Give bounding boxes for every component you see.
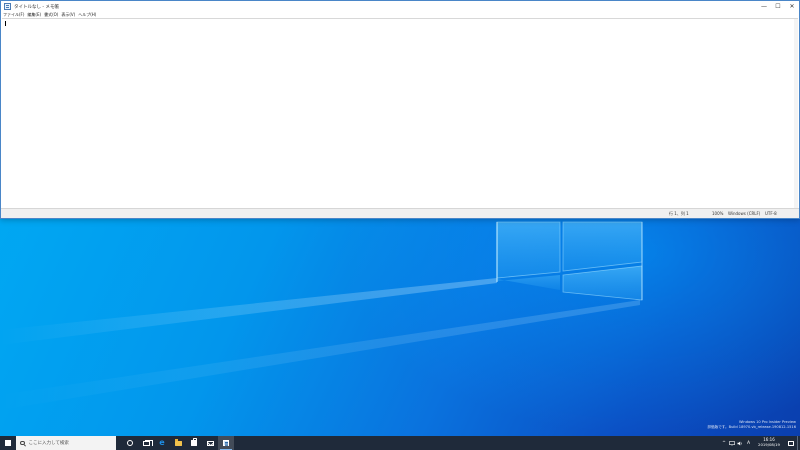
notepad-window[interactable]: タイトルなし - メモ帳 — ☐ ✕ ファイル(F) 編集(E) 書式(O) 表… bbox=[0, 0, 800, 219]
system-tray: ^ A 16:16 2019/08/19 bbox=[720, 436, 800, 450]
watermark-build: 評価版です。Build 18970.vb_release.190812-1516 bbox=[707, 425, 796, 429]
search-placeholder: ここに入力して検索 bbox=[28, 441, 69, 446]
notepad-taskbar-button[interactable] bbox=[218, 436, 234, 450]
notepad-app-icon[interactable] bbox=[4, 3, 11, 10]
network-icon[interactable] bbox=[728, 436, 736, 450]
status-line-ending: Windows (CRLF) bbox=[728, 211, 761, 216]
action-center-button[interactable] bbox=[785, 436, 797, 450]
taskbar: ここに入力して検索 e ^ A 16:16 2019/08/19 bbox=[0, 436, 800, 450]
cortana-icon bbox=[127, 440, 133, 446]
status-zoom: 100% bbox=[712, 211, 724, 216]
title-bar[interactable]: タイトルなし - メモ帳 — ☐ ✕ bbox=[1, 1, 799, 12]
store-taskbar-button[interactable] bbox=[186, 436, 202, 450]
task-view-icon bbox=[142, 439, 153, 446]
notification-icon bbox=[788, 440, 794, 446]
file-explorer-taskbar-button[interactable] bbox=[170, 436, 186, 450]
start-button[interactable] bbox=[0, 436, 16, 450]
minimize-button[interactable]: — bbox=[757, 1, 771, 12]
store-bag-icon bbox=[191, 438, 197, 446]
ime-indicator[interactable]: A bbox=[744, 441, 753, 446]
maximize-button[interactable]: ☐ bbox=[771, 1, 785, 12]
status-cursor-position: 行 1、列 1 bbox=[669, 211, 689, 216]
folder-icon bbox=[174, 439, 182, 446]
edge-taskbar-button[interactable]: e bbox=[154, 436, 170, 450]
mail-icon bbox=[206, 440, 214, 446]
clock-date: 2019/08/19 bbox=[758, 442, 780, 447]
window-controls: — ☐ ✕ bbox=[757, 1, 799, 12]
taskbar-search-box[interactable]: ここに入力して検索 bbox=[16, 436, 116, 450]
status-bar: 行 1、列 1 100% Windows (CRLF) UTF-8 bbox=[1, 208, 799, 218]
status-encoding: UTF-8 bbox=[765, 211, 777, 216]
notepad-icon bbox=[223, 439, 229, 447]
taskbar-clock[interactable]: 16:16 2019/08/19 bbox=[753, 436, 785, 450]
tray-overflow-chevron-icon[interactable]: ^ bbox=[720, 436, 728, 450]
close-button[interactable]: ✕ bbox=[785, 1, 799, 12]
search-icon bbox=[20, 440, 25, 446]
text-caret bbox=[5, 21, 6, 26]
edge-icon: e bbox=[159, 438, 165, 447]
window-title: タイトルなし - メモ帳 bbox=[14, 4, 59, 10]
vertical-scrollbar[interactable] bbox=[794, 19, 798, 209]
task-view-button[interactable] bbox=[138, 436, 154, 450]
build-watermark: Windows 10 Pro Insider Preview 評価版です。Bui… bbox=[707, 420, 796, 430]
text-editor-area[interactable] bbox=[2, 18, 798, 209]
windows-logo-icon bbox=[4, 439, 12, 447]
mail-taskbar-button[interactable] bbox=[202, 436, 218, 450]
volume-icon[interactable] bbox=[736, 436, 744, 450]
cortana-button[interactable] bbox=[122, 436, 138, 450]
